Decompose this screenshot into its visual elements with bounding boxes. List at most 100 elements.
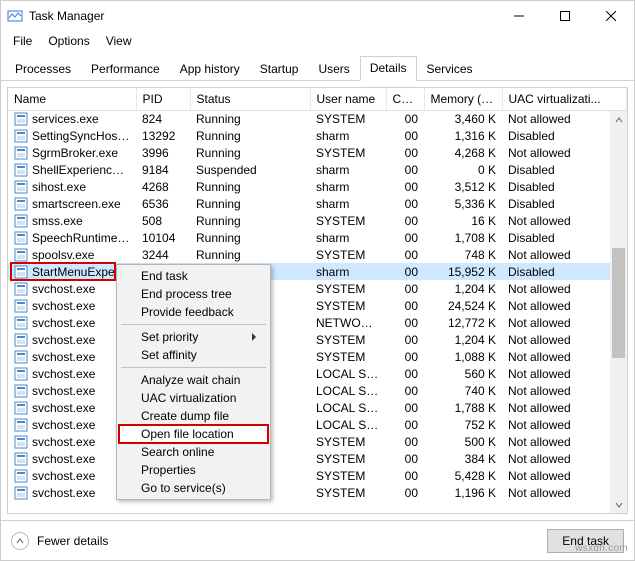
process-icon — [14, 418, 28, 432]
process-icon — [14, 469, 28, 483]
tab-services[interactable]: Services — [417, 57, 483, 81]
ctx-create-dump-file[interactable]: Create dump file — [119, 407, 268, 425]
vertical-scrollbar[interactable] — [610, 111, 627, 513]
cell-uac: Not allowed — [502, 348, 627, 365]
col-name[interactable]: Name — [8, 88, 136, 110]
tab-users[interactable]: Users — [308, 57, 359, 81]
table-row[interactable]: SettingSyncHost.exe13292Runningsharm001,… — [8, 127, 627, 144]
table-row[interactable]: smartscreen.exe6536Runningsharm005,336 K… — [8, 195, 627, 212]
ctx-analyze-wait-chain[interactable]: Analyze wait chain — [119, 371, 268, 389]
cell-mem: 0 K — [424, 161, 502, 178]
chevron-up-icon[interactable] — [11, 532, 29, 550]
cell-status: Running — [190, 144, 310, 161]
cell-uac: Not allowed — [502, 212, 627, 229]
table-row[interactable]: svchost.exeSYSTEM005,428 KNot allowed — [8, 467, 627, 484]
process-name: svchost.exe — [32, 435, 95, 449]
process-icon — [14, 180, 28, 194]
cell-cpu: 00 — [386, 178, 424, 195]
process-name: ShellExperienceHost.... — [32, 163, 136, 177]
ctx-go-to-services[interactable]: Go to service(s) — [119, 479, 268, 497]
cell-cpu: 00 — [386, 331, 424, 348]
tab-processes[interactable]: Processes — [5, 57, 81, 81]
cell-user: SYSTEM — [310, 348, 386, 365]
ctx-provide-feedback[interactable]: Provide feedback — [119, 303, 268, 321]
table-row[interactable]: ShellExperienceHost....9184Suspendedshar… — [8, 161, 627, 178]
cell-name: services.exe — [8, 110, 136, 127]
table-row[interactable]: svchost.exeSYSTEM001,204 KNot allowed — [8, 331, 627, 348]
process-table: Name PID Status User name CPU Memory (ac… — [8, 88, 627, 501]
process-name: svchost.exe — [32, 452, 95, 466]
cell-user: sharm — [310, 263, 386, 280]
tab-performance[interactable]: Performance — [81, 57, 170, 81]
minimize-button[interactable] — [496, 1, 542, 31]
col-cpu[interactable]: CPU — [386, 88, 424, 110]
ctx-end-task[interactable]: End task — [119, 267, 268, 285]
col-user[interactable]: User name — [310, 88, 386, 110]
table-row[interactable]: svchost.exeSYSTEM00384 KNot allowed — [8, 450, 627, 467]
watermark: wsxdn.com — [575, 543, 628, 554]
process-name: smartscreen.exe — [32, 197, 121, 211]
table-row[interactable]: StartMenuExpesharm0015,952 KDisabled — [8, 263, 627, 280]
cell-mem: 1,204 K — [424, 280, 502, 297]
cell-pid: 6536 — [136, 195, 190, 212]
scroll-thumb[interactable] — [612, 248, 625, 358]
ctx-uac-virtualization[interactable]: UAC virtualization — [119, 389, 268, 407]
table-row[interactable]: smss.exe508RunningSYSTEM0016 KNot allowe… — [8, 212, 627, 229]
table-row[interactable]: svchost.exeSYSTEM00500 KNot allowed — [8, 433, 627, 450]
col-pid[interactable]: PID — [136, 88, 190, 110]
process-icon — [14, 231, 28, 245]
table-row[interactable]: svchost.exeSYSTEM001,196 KNot allowed — [8, 484, 627, 501]
process-name: services.exe — [32, 112, 99, 126]
menu-view[interactable]: View — [98, 32, 140, 50]
cell-mem: 1,708 K — [424, 229, 502, 246]
cell-mem: 1,204 K — [424, 331, 502, 348]
ctx-search-online[interactable]: Search online — [119, 443, 268, 461]
scroll-track[interactable] — [610, 128, 627, 496]
scroll-up-button[interactable] — [610, 111, 627, 128]
ctx-end-process-tree[interactable]: End process tree — [119, 285, 268, 303]
fewer-details-link[interactable]: Fewer details — [37, 534, 108, 548]
col-mem[interactable]: Memory (ac... — [424, 88, 502, 110]
table-row[interactable]: SpeechRuntime.exe10104Runningsharm001,70… — [8, 229, 627, 246]
table-row[interactable]: svchost.exeLOCAL SER...00740 KNot allowe… — [8, 382, 627, 399]
scroll-down-button[interactable] — [610, 496, 627, 513]
process-icon — [14, 435, 28, 449]
menu-options[interactable]: Options — [40, 32, 97, 50]
cell-cpu: 00 — [386, 195, 424, 212]
cell-cpu: 00 — [386, 297, 424, 314]
table-row[interactable]: svchost.exeNETWORK ...0012,772 KNot allo… — [8, 314, 627, 331]
table-row[interactable]: svchost.exeLOCAL SER...00560 KNot allowe… — [8, 365, 627, 382]
tab-startup[interactable]: Startup — [250, 57, 309, 81]
ctx-set-affinity[interactable]: Set affinity — [119, 346, 268, 364]
cell-uac: Not allowed — [502, 110, 627, 127]
tab-app-history[interactable]: App history — [170, 57, 250, 81]
task-manager-icon — [7, 8, 23, 24]
ctx-open-file-location[interactable]: Open file location — [119, 425, 268, 443]
table-row[interactable]: svchost.exeLOCAL SER...001,788 KNot allo… — [8, 399, 627, 416]
ctx-properties[interactable]: Properties — [119, 461, 268, 479]
ctx-set-priority[interactable]: Set priority — [119, 328, 268, 346]
tab-details[interactable]: Details — [360, 56, 417, 81]
cell-user: LOCAL SER... — [310, 416, 386, 433]
table-row[interactable]: spoolsv.exe3244RunningSYSTEM00748 KNot a… — [8, 246, 627, 263]
table-row[interactable]: svchost.exeSYSTEM001,088 KNot allowed — [8, 348, 627, 365]
cell-cpu: 00 — [386, 484, 424, 501]
cell-cpu: 00 — [386, 348, 424, 365]
col-status[interactable]: Status — [190, 88, 310, 110]
table-row[interactable]: services.exe824RunningSYSTEM003,460 KNot… — [8, 110, 627, 127]
table-row[interactable]: SgrmBroker.exe3996RunningSYSTEM004,268 K… — [8, 144, 627, 161]
table-row[interactable]: svchost.exeLOCAL SER...00752 KNot allowe… — [8, 416, 627, 433]
cell-pid: 9184 — [136, 161, 190, 178]
cell-user: SYSTEM — [310, 450, 386, 467]
close-button[interactable] — [588, 1, 634, 31]
table-row[interactable]: svchost.exeSYSTEM0024,524 KNot allowed — [8, 297, 627, 314]
col-uac[interactable]: UAC virtualizati... — [502, 88, 627, 110]
maximize-button[interactable] — [542, 1, 588, 31]
cell-status: Running — [190, 178, 310, 195]
table-row[interactable]: svchost.exeSYSTEM001,204 KNot allowed — [8, 280, 627, 297]
menu-file[interactable]: File — [5, 32, 40, 50]
cell-uac: Not allowed — [502, 246, 627, 263]
table-row[interactable]: sihost.exe4268Runningsharm003,512 KDisab… — [8, 178, 627, 195]
process-icon — [14, 486, 28, 500]
cell-mem: 12,772 K — [424, 314, 502, 331]
